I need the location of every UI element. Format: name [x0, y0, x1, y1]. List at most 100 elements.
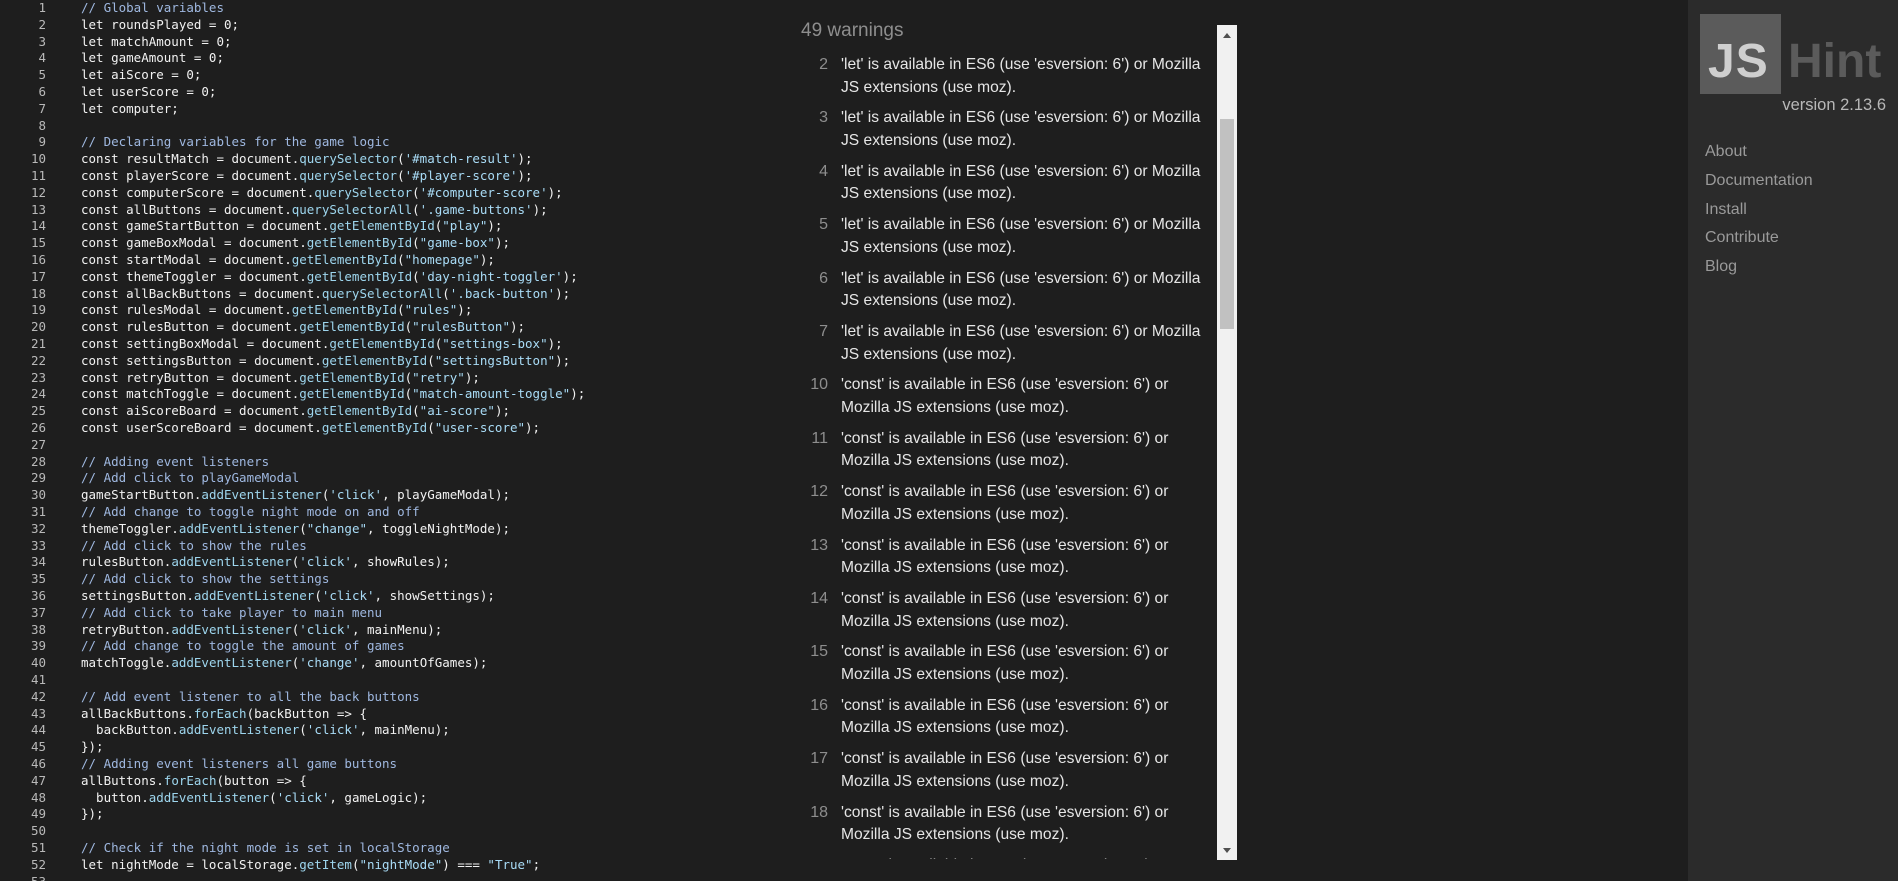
code-line: 41 [0, 672, 780, 689]
code-token: ); [479, 252, 495, 267]
warning-message: 'let' is available in ES6 (use 'esversio… [841, 323, 1201, 363]
code-token: "game-box" [419, 235, 495, 251]
warning-message: 'const' is available in ES6 (use 'esvers… [841, 696, 1169, 737]
code-editor[interactable]: 1 // Global variables 2 let roundsPlayed = … [0, 0, 780, 881]
warning-item[interactable]: 17 'const' is available in ES6 (use 'esve… [780, 748, 1217, 800]
code-text: // Add event listener to all the back bu… [81, 689, 420, 706]
line-number: 5 [38, 67, 46, 83]
code-token: "play" [442, 218, 488, 234]
scroll-thumb[interactable] [1220, 119, 1234, 329]
code-token: allBackButtons. [81, 705, 194, 721]
code-token: "settingsButton" [434, 352, 556, 368]
code-token: 'click' [306, 722, 360, 738]
line-number: 29 [30, 470, 46, 486]
code-text: // Add click to show the settings [81, 571, 329, 588]
code-token: "change" [306, 520, 368, 536]
warning-item[interactable]: 18 'const' is available in ES6 (use 'esve… [780, 802, 1217, 854]
code-token: addEventListener [178, 722, 300, 738]
warning-item[interactable]: 12 'const' is available in ES6 (use 'esve… [780, 481, 1217, 533]
code-text: const allBackButtons = document.querySel… [81, 286, 570, 303]
code-text: const settingsButton = document.getEleme… [81, 353, 570, 370]
code-line: 9 // Declaring variables for the game log… [0, 134, 780, 151]
warning-item[interactable]: 14 'const' is available in ES6 (use 'esve… [780, 588, 1217, 640]
code-token: ); [525, 420, 541, 435]
code-text: const startModal = document.getElementBy… [81, 252, 495, 269]
line-number: 52 [30, 856, 46, 872]
code-token: // Global variables [81, 0, 224, 15]
code-line: 3 let matchAmount = 0; [0, 34, 780, 51]
code-token: addEventListener [178, 520, 300, 536]
code-token: settingsButton. [81, 588, 194, 603]
line-number: 46 [30, 756, 46, 771]
nav-documentation-link[interactable]: Documentation [1705, 167, 1813, 196]
warning-item[interactable]: 7 'let' is available in ES6 (use 'esversi… [780, 321, 1217, 373]
warnings-scrollbar[interactable] [1217, 25, 1237, 860]
warning-line-number: 3 [819, 109, 828, 127]
code-line: 39 // Add change to toggle the amount of … [0, 638, 780, 655]
code-text: let roundsPlayed = 0; [81, 17, 239, 34]
nav-blog-link[interactable]: Blog [1705, 253, 1813, 282]
code-token: button. [81, 789, 149, 805]
warning-item[interactable]: 16 'const' is available in ES6 (use 'esve… [780, 695, 1217, 747]
line-number: 27 [30, 436, 46, 452]
nav-about-link[interactable]: About [1705, 138, 1813, 167]
code-token: let userScore = 0; [81, 84, 217, 99]
code-line: 2 let roundsPlayed = 0; [0, 17, 780, 34]
code-text: const playerScore = document.querySelect… [81, 168, 533, 185]
code-token: getElementById [299, 369, 405, 385]
code-text: themeToggler.addEventListener("change", … [81, 521, 510, 538]
code-text: // Add click to playGameModal [81, 470, 299, 487]
code-token: "settings-box" [442, 336, 548, 351]
code-line: 20 const rulesButton = document.getElemen… [0, 319, 780, 336]
code-token: getElementById [329, 218, 435, 234]
code-line: 46 // Adding event listeners all game but… [0, 756, 780, 773]
warning-line-number: 10 [810, 376, 828, 394]
warning-item[interactable]: 2 'let' is available in ES6 (use 'esversi… [780, 54, 1217, 106]
code-token: ); [487, 218, 503, 234]
code-token: ( [299, 520, 307, 536]
code-token: , gameLogic); [329, 789, 428, 805]
code-token: getElementById [299, 319, 405, 335]
code-token: ( [397, 168, 405, 183]
code-token: ( [269, 789, 277, 805]
line-number: 17 [30, 268, 46, 284]
code-token: getElementById [291, 302, 398, 318]
line-number: 1 [38, 0, 46, 15]
warning-line-number: 18 [810, 803, 828, 821]
warnings-list[interactable]: 2 'let' is available in ES6 (use 'esversi… [780, 54, 1217, 859]
jshint-logo[interactable]: JS Hint [1700, 14, 1892, 94]
code-line: 49}); [0, 806, 780, 823]
line-number: 12 [30, 184, 46, 200]
warning-item[interactable]: 13 'const' is available in ES6 (use 'esve… [780, 535, 1217, 587]
nav-contribute-link[interactable]: Contribute [1705, 224, 1813, 253]
scroll-up-button[interactable] [1217, 25, 1237, 45]
code-token: // Add change to toggle the amount of ga… [81, 638, 405, 654]
code-line: 18 const allBackButtons = document.queryS… [0, 286, 780, 303]
code-text: const gameBoxModal = document.getElement… [81, 235, 510, 252]
code-token: 'change' [299, 655, 360, 671]
code-text: // Global variables [81, 0, 224, 17]
warning-item[interactable]: 19 'const' is available in ES6 (use 'esve… [780, 855, 1217, 859]
code-token: 'click' [299, 554, 352, 570]
warning-item[interactable]: 6 'let' is available in ES6 (use 'esversi… [780, 268, 1217, 320]
warning-message: 'let' is available in ES6 (use 'esversio… [841, 216, 1201, 256]
code-token: retryButton. [81, 621, 172, 637]
scroll-down-button[interactable] [1217, 840, 1237, 860]
code-token: 'click' [321, 588, 375, 603]
nav-install-link[interactable]: Install [1705, 196, 1813, 225]
warning-item[interactable]: 11 'const' is available in ES6 (use 'esve… [780, 428, 1217, 480]
code-token: ( [412, 184, 420, 200]
warning-item[interactable]: 5 'let' is available in ES6 (use 'esversi… [780, 214, 1217, 266]
code-line: 23 const retryButton = document.getElemen… [0, 370, 780, 387]
code-token: const gameBoxModal = document. [81, 235, 307, 251]
warning-item[interactable]: 15 'const' is available in ES6 (use 'esve… [780, 641, 1217, 693]
warning-item[interactable]: 10 'const' is available in ES6 (use 'esve… [780, 374, 1217, 426]
warning-message: 'const' is available in ES6 (use 'esvers… [841, 590, 1169, 630]
warning-item[interactable]: 4 'let' is available in ES6 (use 'esversi… [780, 161, 1217, 213]
warning-item[interactable]: 3 'let' is available in ES6 (use 'esversi… [780, 107, 1217, 159]
warning-message: 'const' is available in ES6 (use 'esvers… [841, 750, 1169, 790]
code-token: (button => { [216, 772, 307, 788]
code-token: , mainMenu); [351, 621, 443, 637]
warning-line-number: 14 [810, 590, 828, 607]
line-number: 10 [30, 151, 46, 167]
